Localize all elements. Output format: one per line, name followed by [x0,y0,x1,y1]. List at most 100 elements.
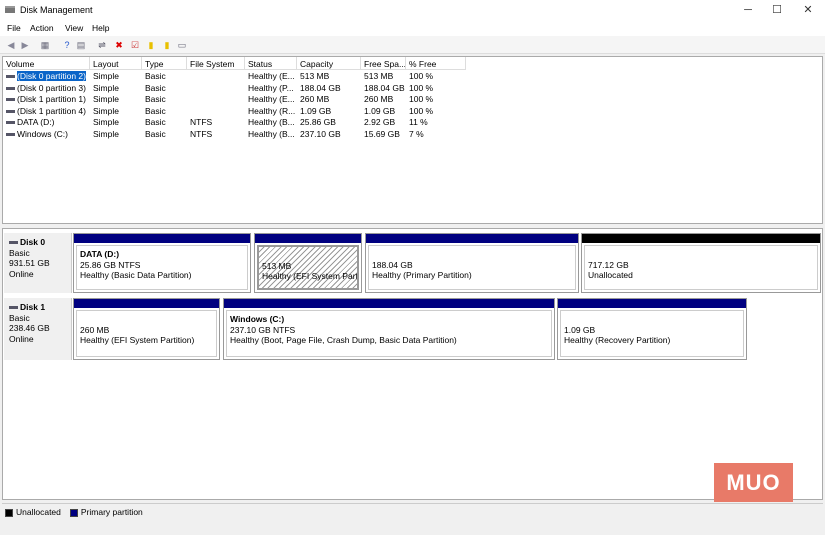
partition[interactable]: 188.04 GB Healthy (Primary Partition) [365,233,579,293]
muo-watermark: MUO [714,463,793,502]
delete-icon[interactable]: ✖ [114,40,124,50]
table-row[interactable]: (Disk 0 partition 3) Simple Basic Healthy (… [3,82,473,94]
column-header[interactable]: Free Spa... [361,57,406,70]
check-icon[interactable]: ☑ [130,40,140,50]
table-cell: Basic [145,128,166,139]
disk-status: Online [9,268,34,279]
table-row[interactable]: (Disk 0 partition 2) Simple Basic Healthy (… [3,70,473,82]
menu-file[interactable]: File [7,23,21,33]
disk-name-text: Disk 1 [20,302,46,312]
table-cell: Healthy (P... [248,82,294,93]
column-header[interactable]: Capacity [297,57,361,70]
disk-name-text: Disk 0 [20,237,46,247]
close-button[interactable]: ✕ [793,2,823,18]
table-cell: Simple [93,94,119,104]
table-cell: 260 MB [300,94,330,104]
table-cell: 11 % [409,117,428,127]
table-cell: 25.86 GB [300,117,336,127]
menu-view[interactable]: View [65,23,83,33]
properties-icon[interactable]: ▤ [76,40,86,50]
column-header[interactable]: % Free [406,57,466,70]
partition-body: Windows (C:) 237.10 GB NTFS Healthy (Boot,… [226,310,552,357]
table-cell: 7 % [409,128,424,139]
volume-icon [6,98,15,102]
legend-label: Primary partition [80,507,143,517]
partition-body: 1.09 GB Healthy (Recovery Partition) [560,310,744,357]
table-cell: NTFS [190,128,213,139]
volume-icon [6,109,15,113]
partition[interactable]: Windows (C:) 237.10 GB NTFS Healthy (Boot,… [223,298,555,360]
partition-title: DATA (D:) [80,249,120,259]
table-row[interactable]: Windows (C:) Simple Basic NTFS Healthy (B...… [3,128,473,140]
column-header[interactable]: Type [142,57,187,70]
partition-spacer [564,314,740,325]
disk-icon [9,241,18,245]
back-icon[interactable]: ◀ [6,40,16,50]
legend-swatch [5,508,13,517]
partition[interactable]: 717.12 GB Unallocated [581,233,821,293]
minimize-button[interactable]: ─ [733,2,763,18]
column-header[interactable]: Volume [3,57,90,70]
table-row[interactable]: DATA (D:) Simple Basic NTFS Healthy (B... 25.… [3,116,473,128]
table-cell: (Disk 1 partition 1) [3,93,90,105]
help-icon[interactable]: ? [62,40,72,50]
app-icon [5,6,15,13]
maximize-button[interactable]: ☐ [762,2,792,18]
partition-size: 25.86 GB NTFS [80,259,141,270]
disk-pane: Disk 0 Basic 931.51 GB Online DATA (D:) 25.86… [2,228,823,500]
disk-size: 931.51 GB [9,258,50,268]
console-tree-icon[interactable]: ▦ [40,40,50,50]
disk-icon [9,306,18,310]
table-cell: Basic [145,117,166,127]
new-volume-icon[interactable]: ▮ [146,40,156,50]
table-cell: Healthy (B... [248,117,295,127]
partition-status: Healthy (Primary Partition) [372,270,472,280]
menu-action[interactable]: Action [30,23,54,33]
table-cell: NTFS [190,117,213,127]
view-icon[interactable]: ▭ [177,40,187,50]
disk-label[interactable]: Disk 1 Basic 238.46 GB Online [4,298,72,360]
partition[interactable]: 513 MBHealthy (EFI System Partition) [254,233,362,293]
table-row[interactable]: (Disk 1 partition 4) Simple Basic Healthy (… [3,105,473,117]
volume-icon [6,86,15,90]
volume-list[interactable]: Volume Layout Type File System Status Capacit… [2,56,823,224]
table-cell [187,70,245,72]
partition-bar [558,299,746,308]
legend-swatch [69,508,78,517]
legend-label: Unallocated [16,507,61,517]
table-cell: Healthy (E... [248,94,295,104]
menu-help[interactable]: Help [92,23,109,33]
partition-status: Healthy (Basic Data Partition) [80,270,192,280]
disk-size: 238.46 GB [9,323,50,333]
disk-name: Disk 1 [9,302,66,313]
search-icon[interactable]: ▮ [162,40,172,50]
column-header[interactable]: Layout [90,57,142,70]
disk-type: Basic [9,247,30,258]
connect-icon[interactable]: ⇌ [97,40,107,50]
partition-body: 717.12 GB Unallocated [584,245,818,290]
table-cell: 188.04 GB [300,82,341,93]
disk-type: Basic [9,312,30,323]
table-cell: Simple [93,105,119,116]
table-cell: 237.10 GB [300,128,341,139]
table-cell: 2.92 GB [364,117,396,127]
partition-bar [366,234,578,243]
table-cell: (Disk 1 partition 4) [3,105,90,117]
partition[interactable]: 260 MB Healthy (EFI System Partition) [73,298,220,360]
partition-spacer [372,249,572,260]
partition-spacer [80,314,213,325]
partition[interactable]: DATA (D:) 25.86 GB NTFS Healthy (Basic Dat… [73,233,251,293]
partition-body: 513 MBHealthy (EFI System Partition) [257,245,359,290]
partition-bar [255,234,361,243]
partition[interactable]: 1.09 GB Healthy (Recovery Partition) [557,298,747,360]
partition-bar [224,299,554,308]
disk-label[interactable]: Disk 0 Basic 931.51 GB Online [4,233,72,293]
disk-status: Online [9,333,34,344]
column-header[interactable]: Status [245,57,297,70]
column-header[interactable]: File System [187,57,245,70]
table-cell: 100 % [409,71,434,81]
forward-icon[interactable]: ▶ [20,40,30,50]
table-cell: Healthy (R... [248,105,296,116]
partition-size: 1.09 GB [564,324,596,335]
table-row[interactable]: (Disk 1 partition 1) Simple Basic Healthy (… [3,93,473,105]
